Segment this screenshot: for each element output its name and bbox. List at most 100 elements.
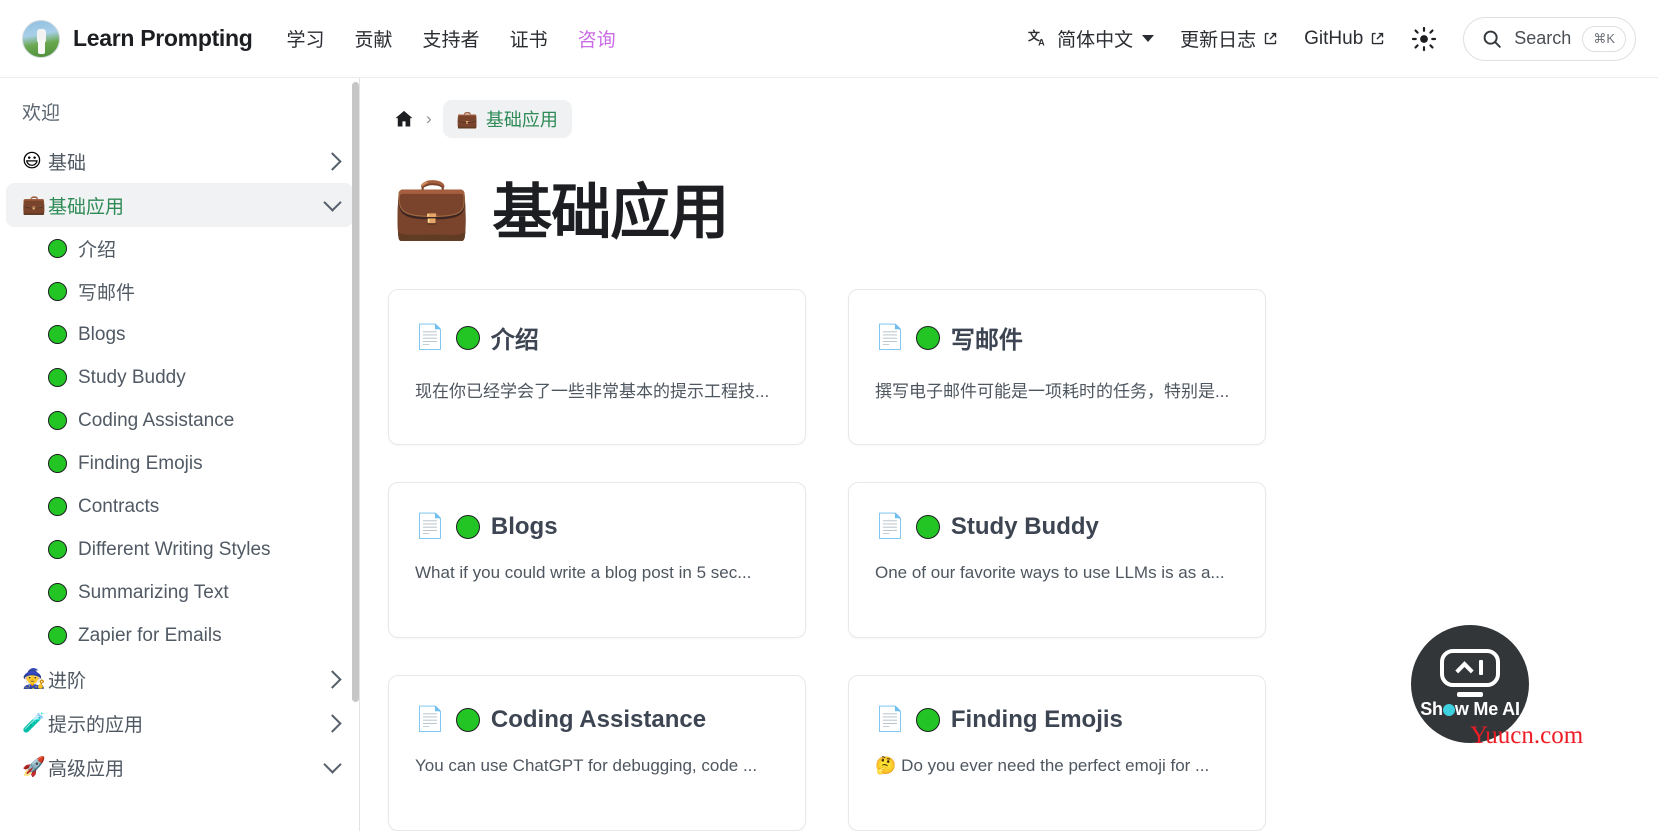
card-header: 📄 写邮件 bbox=[875, 320, 1239, 355]
sidebar-subitem-intro[interactable]: 介绍 bbox=[6, 227, 353, 270]
green-circle-icon bbox=[915, 515, 940, 539]
changelog-link[interactable]: 更新日志 bbox=[1180, 25, 1278, 52]
chevron-right-icon[interactable] bbox=[323, 713, 342, 733]
nav-link-certificate[interactable]: 证书 bbox=[510, 25, 548, 52]
card-header: 📄 Study Buddy bbox=[875, 513, 1239, 541]
brand-name[interactable]: Learn Prompting bbox=[73, 25, 253, 52]
home-icon[interactable] bbox=[393, 108, 415, 130]
document-icon: 📄 bbox=[415, 323, 445, 351]
card-header: 📄 介绍 bbox=[415, 320, 779, 355]
page-header: 💼 基础应用 bbox=[361, 138, 1658, 251]
card-title: Coding Assistance bbox=[490, 706, 707, 733]
changelog-label: 更新日志 bbox=[1180, 30, 1257, 51]
nav-link-consulting[interactable]: 咨询 bbox=[578, 25, 616, 52]
top-navbar: Learn Prompting 学习 贡献 支持者 证书 咨询 文 A 简体中文… bbox=[0, 0, 1658, 78]
green-circle-icon bbox=[48, 583, 67, 602]
card-blogs[interactable]: 📄 Blogs What if you could write a blog p… bbox=[388, 482, 806, 638]
document-icon: 📄 bbox=[415, 706, 445, 733]
sidebar-subitem-different-writing-styles[interactable]: Different Writing Styles bbox=[6, 528, 353, 571]
card-intro[interactable]: 📄 介绍 现在你已经学会了一些非常基本的提示工程技... bbox=[388, 289, 806, 445]
primary-nav: 学习 贡献 支持者 证书 咨询 bbox=[287, 25, 616, 52]
card-coding-assistance[interactable]: 📄 Coding Assistance You can use ChatGPT … bbox=[388, 675, 806, 831]
external-link-icon bbox=[1372, 32, 1384, 45]
svg-text:A: A bbox=[1038, 37, 1045, 47]
sidebar-item-prompt-applications[interactable]: 🧪 提示的应用 bbox=[6, 701, 353, 745]
badge-label-prefix: Sh bbox=[1420, 698, 1443, 719]
sidebar-item-intermediate[interactable]: 🧙 进阶 bbox=[6, 657, 353, 701]
sidebar-scrollbar[interactable] bbox=[352, 82, 359, 702]
green-circle-icon bbox=[455, 708, 480, 732]
sun-icon[interactable] bbox=[1411, 26, 1437, 52]
card-finding-emojis[interactable]: 📄 Finding Emojis 🤔 Do you ever need the p… bbox=[848, 675, 1266, 831]
github-link[interactable]: GitHub bbox=[1304, 28, 1385, 50]
github-label: GitHub bbox=[1304, 27, 1364, 49]
briefcase-icon: 💼 bbox=[393, 172, 471, 242]
sidebar-subitem-blogs[interactable]: Blogs bbox=[6, 313, 353, 356]
sidebar: 欢迎 😃 基础 💼 基础应用 介绍 写邮件 Blogs Study Buddy … bbox=[0, 78, 360, 831]
smiley-icon: 😃 bbox=[22, 150, 42, 172]
nav-link-supporters[interactable]: 支持者 bbox=[423, 25, 480, 52]
green-circle-icon bbox=[48, 411, 67, 430]
card-title: 写邮件 bbox=[950, 327, 1023, 354]
caret-up-icon bbox=[1454, 660, 1474, 680]
search-shortcut-badge: ⌘K bbox=[1582, 25, 1626, 52]
language-label: 简体中文 bbox=[1057, 30, 1134, 51]
document-icon: 📄 bbox=[415, 513, 445, 540]
sidebar-subitem-zapier-for-emails[interactable]: Zapier for Emails bbox=[6, 614, 353, 657]
sidebar-subitem-coding-assistance[interactable]: Coding Assistance bbox=[6, 399, 353, 442]
sidebar-subitem-contracts[interactable]: Contracts bbox=[6, 485, 353, 528]
chevron-down-icon bbox=[1142, 35, 1155, 42]
sidebar-subitem-label: Study Buddy bbox=[78, 366, 186, 388]
sidebar-item-basic-applications[interactable]: 💼 基础应用 bbox=[6, 183, 353, 227]
sidebar-subitem-label: 写邮件 bbox=[78, 283, 136, 304]
badge-label-suffix: w Me AI bbox=[1454, 698, 1520, 719]
wizard-icon: 🧙 bbox=[22, 668, 46, 690]
sidebar-item-label: 进阶 bbox=[48, 670, 87, 692]
card-title: Study Buddy bbox=[950, 513, 1099, 540]
green-circle-icon bbox=[915, 325, 940, 350]
sidebar-item-basics[interactable]: 😃 基础 bbox=[6, 139, 353, 183]
card-description: One of our favorite ways to use LLMs is … bbox=[875, 563, 1225, 582]
card-study-buddy[interactable]: 📄 Study Buddy One of our favorite ways t… bbox=[848, 482, 1266, 638]
green-circle-icon bbox=[455, 515, 480, 539]
language-switcher[interactable]: 文 A 简体中文 bbox=[1028, 25, 1155, 52]
card-description-text: Do you ever need the perfect emoji for .… bbox=[901, 756, 1210, 775]
card-title: Blogs bbox=[490, 513, 558, 540]
sidebar-subitem-study-buddy[interactable]: Study Buddy bbox=[6, 356, 353, 399]
card-description: You can use ChatGPT for debugging, code … bbox=[415, 756, 758, 775]
sidebar-subitem-label: Finding Emojis bbox=[78, 452, 203, 474]
card-description: 🤔 Do you ever need the perfect emoji for … bbox=[875, 756, 1239, 776]
document-icon: 📄 bbox=[875, 323, 905, 351]
card-write-email[interactable]: 📄 写邮件 撰写电子邮件可能是一项耗时的任务，特别是... bbox=[848, 289, 1266, 445]
sidebar-subitem-finding-emojis[interactable]: Finding Emojis bbox=[6, 442, 353, 485]
sidebar-subitem-summarizing-text[interactable]: Summarizing Text bbox=[6, 571, 353, 614]
navbar-left: Learn Prompting 学习 贡献 支持者 证书 咨询 bbox=[0, 19, 616, 58]
sidebar-subitem-label: Different Writing Styles bbox=[78, 538, 271, 560]
nav-link-contribute[interactable]: 贡献 bbox=[355, 25, 393, 52]
briefcase-icon: 💼 bbox=[456, 109, 478, 129]
green-circle-icon bbox=[48, 540, 67, 559]
green-circle-icon bbox=[48, 368, 67, 387]
chevron-right-icon[interactable] bbox=[323, 669, 342, 689]
avatar-logo-icon[interactable] bbox=[22, 19, 60, 58]
card-grid: 📄 介绍 现在你已经学会了一些非常基本的提示工程技... 📄 写邮件 撰写电子邮… bbox=[361, 251, 1658, 831]
nav-link-learn[interactable]: 学习 bbox=[287, 25, 325, 52]
translate-icon: 文 A bbox=[1028, 28, 1045, 47]
card-description: 撰写电子邮件可能是一项耗时的任务，特别是... bbox=[875, 382, 1230, 401]
sidebar-item-label: 提示的应用 bbox=[48, 714, 144, 736]
sidebar-subitem-write-email[interactable]: 写邮件 bbox=[6, 270, 353, 313]
green-circle-icon bbox=[48, 497, 67, 516]
breadcrumb-current[interactable]: 💼 基础应用 bbox=[442, 100, 572, 138]
chevron-down-icon[interactable] bbox=[323, 755, 342, 774]
sidebar-subitem-label: 介绍 bbox=[78, 240, 117, 261]
card-description: 现在你已经学会了一些非常基本的提示工程技... bbox=[415, 382, 770, 401]
sidebar-item-label: 基础 bbox=[48, 152, 87, 174]
search-input[interactable]: Search ⌘K bbox=[1463, 16, 1636, 61]
chevron-right-icon[interactable] bbox=[323, 151, 342, 171]
sidebar-item-advanced-applications[interactable]: 🚀 高级应用 bbox=[6, 745, 353, 789]
sidebar-item-welcome[interactable]: 欢迎 bbox=[0, 88, 359, 139]
chevron-down-icon[interactable] bbox=[323, 193, 342, 212]
green-circle-icon bbox=[48, 239, 67, 258]
green-circle-icon bbox=[48, 454, 67, 473]
card-title: 介绍 bbox=[490, 327, 539, 354]
